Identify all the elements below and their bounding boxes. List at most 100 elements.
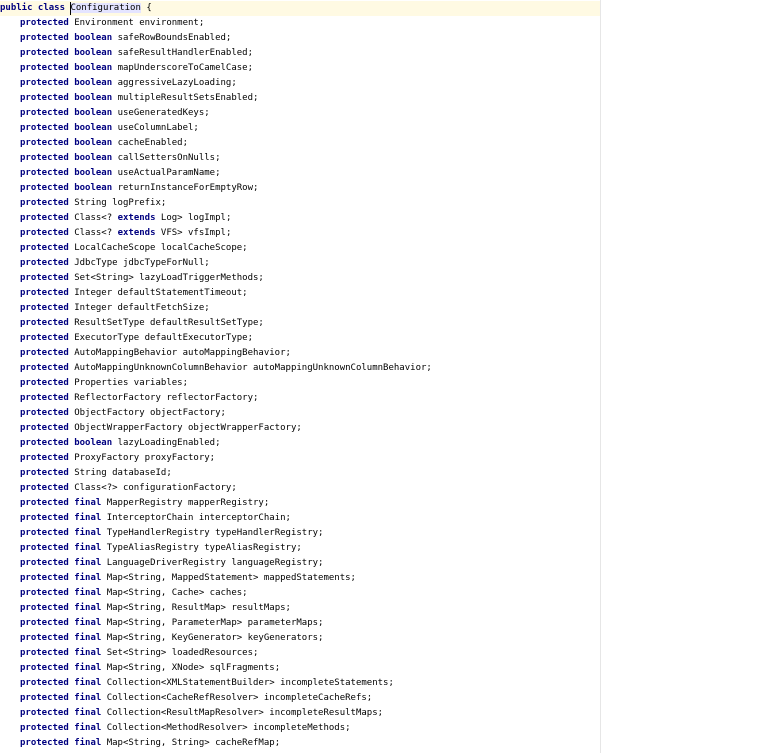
field-declaration-line[interactable]: protected boolean multipleResultSetsEnab… bbox=[0, 91, 432, 106]
field-modifier: final bbox=[74, 603, 102, 613]
access-modifier: protected bbox=[20, 93, 69, 103]
field-declaration-line[interactable]: protected final Map<String, ResultMap> r… bbox=[0, 601, 432, 616]
field-declaration: Class<?> configurationFactory; bbox=[74, 483, 237, 493]
field-modifier: final bbox=[74, 543, 102, 553]
field-declaration: Integer defaultFetchSize; bbox=[74, 303, 210, 313]
field-declaration-line[interactable]: protected final LanguageDriverRegistry l… bbox=[0, 556, 432, 571]
field-declaration-line[interactable]: protected final Map<String, ParameterMap… bbox=[0, 616, 432, 631]
field-declaration-line[interactable]: protected final Collection<XMLStatementB… bbox=[0, 676, 432, 691]
field-declaration-line[interactable]: protected boolean safeResultHandlerEnabl… bbox=[0, 46, 432, 61]
access-modifier: protected bbox=[20, 618, 69, 628]
field-declaration-line[interactable]: protected final TypeAliasRegistry typeAl… bbox=[0, 541, 432, 556]
access-modifier: protected bbox=[20, 33, 69, 43]
access-modifier: protected bbox=[20, 453, 69, 463]
field-modifier: boolean bbox=[74, 183, 113, 193]
field-declaration: ObjectWrapperFactory objectWrapperFactor… bbox=[74, 423, 302, 433]
access-modifier: protected bbox=[20, 303, 69, 313]
field-declaration-line[interactable]: protected boolean callSettersOnNulls; bbox=[0, 151, 432, 166]
class-open-brace: { bbox=[140, 3, 152, 13]
field-declaration-line[interactable]: protected AutoMappingUnknownColumnBehavi… bbox=[0, 361, 432, 376]
field-declaration-line[interactable]: protected Integer defaultStatementTimeou… bbox=[0, 286, 432, 301]
field-declaration-line[interactable]: protected AutoMappingBehavior autoMappin… bbox=[0, 346, 432, 361]
field-declaration: useGeneratedKeys; bbox=[117, 108, 210, 118]
field-declaration-line[interactable]: protected final Map<String, XNode> sqlFr… bbox=[0, 661, 432, 676]
text-caret bbox=[70, 2, 72, 15]
field-declaration-line[interactable]: protected boolean useGeneratedKeys; bbox=[0, 106, 432, 121]
field-declaration-line[interactable]: protected boolean returnInstanceForEmpty… bbox=[0, 181, 432, 196]
access-modifier: protected bbox=[20, 723, 69, 733]
field-declaration-line[interactable]: protected Properties variables; bbox=[0, 376, 432, 391]
field-declaration-line[interactable]: protected final TypeHandlerRegistry type… bbox=[0, 526, 432, 541]
field-declaration-line[interactable]: protected ProxyFactory proxyFactory; bbox=[0, 451, 432, 466]
field-modifier: boolean bbox=[74, 123, 113, 133]
field-modifier: final bbox=[74, 648, 102, 658]
field-declaration-line[interactable]: protected ObjectWrapperFactory objectWra… bbox=[0, 421, 432, 436]
field-declaration-line[interactable]: protected Environment environment; bbox=[0, 16, 432, 31]
field-declaration-line[interactable]: protected final Map<String, MappedStatem… bbox=[0, 571, 432, 586]
field-modifier: final bbox=[74, 738, 102, 748]
field-declaration-line[interactable]: protected ResultSetType defaultResultSet… bbox=[0, 316, 432, 331]
field-declaration: useColumnLabel; bbox=[117, 123, 199, 133]
field-declaration-line[interactable]: protected final Map<String, KeyGenerator… bbox=[0, 631, 432, 646]
field-declaration-line[interactable]: protected Set<String> lazyLoadTriggerMet… bbox=[0, 271, 432, 286]
right-margin-guide bbox=[600, 0, 601, 753]
access-modifier: protected bbox=[20, 648, 69, 658]
field-modifier: final bbox=[74, 498, 102, 508]
class-name[interactable]: Configuration bbox=[70, 2, 141, 15]
field-declaration: TypeHandlerRegistry typeHandlerRegistry; bbox=[106, 528, 324, 538]
class-declaration-line[interactable]: public class Configuration { bbox=[0, 1, 432, 16]
field-declaration-line[interactable]: protected boolean useActualParamName; bbox=[0, 166, 432, 181]
field-declaration-line[interactable]: protected String databaseId; bbox=[0, 466, 432, 481]
field-declaration-line[interactable]: protected boolean cacheEnabled; bbox=[0, 136, 432, 151]
field-declaration-line[interactable]: protected Class<? extends Log> logImpl; bbox=[0, 211, 432, 226]
code-area[interactable]: public class Configuration { protected E… bbox=[0, 1, 432, 751]
access-modifier: protected bbox=[20, 378, 69, 388]
field-modifier: final bbox=[74, 573, 102, 583]
field-declaration-line[interactable]: protected ObjectFactory objectFactory; bbox=[0, 406, 432, 421]
field-declaration: aggressiveLazyLoading; bbox=[117, 78, 237, 88]
field-declaration: safeResultHandlerEnabled; bbox=[117, 48, 254, 58]
field-declaration-line[interactable]: protected final Map<String, String> cach… bbox=[0, 736, 432, 751]
field-declaration-line[interactable]: protected ReflectorFactory reflectorFact… bbox=[0, 391, 432, 406]
access-modifier: protected bbox=[20, 138, 69, 148]
field-declaration-line[interactable]: protected String logPrefix; bbox=[0, 196, 432, 211]
field-declaration: ResultSetType defaultResultSetType; bbox=[74, 318, 264, 328]
field-declaration-line[interactable]: protected final MapperRegistry mapperReg… bbox=[0, 496, 432, 511]
field-modifier: final bbox=[74, 618, 102, 628]
field-declaration: Collection<CacheRefResolver> incompleteC… bbox=[106, 693, 373, 703]
field-modifier: boolean bbox=[74, 438, 113, 448]
field-declaration: Set<String> lazyLoadTriggerMethods; bbox=[74, 273, 264, 283]
field-declaration: Map<String, KeyGenerator> keyGenerators; bbox=[106, 633, 324, 643]
field-declaration: mapUnderscoreToCamelCase; bbox=[117, 63, 254, 73]
field-declaration-line[interactable]: protected Integer defaultFetchSize; bbox=[0, 301, 432, 316]
field-declaration-line[interactable]: protected final Collection<ResultMapReso… bbox=[0, 706, 432, 721]
access-modifier: protected bbox=[20, 228, 69, 238]
access-modifier: protected bbox=[20, 708, 69, 718]
field-declaration-line[interactable]: protected final InterceptorChain interce… bbox=[0, 511, 432, 526]
field-declaration-line[interactable]: protected ExecutorType defaultExecutorTy… bbox=[0, 331, 432, 346]
field-declaration-line[interactable]: protected JdbcType jdbcTypeForNull; bbox=[0, 256, 432, 271]
field-declaration-line[interactable]: protected final Collection<MethodResolve… bbox=[0, 721, 432, 736]
field-declaration-line[interactable]: protected Class<? extends VFS> vfsImpl; bbox=[0, 226, 432, 241]
field-declaration-line[interactable]: protected LocalCacheScope localCacheScop… bbox=[0, 241, 432, 256]
field-declaration-line[interactable]: protected final Set<String> loadedResour… bbox=[0, 646, 432, 661]
access-modifier: protected bbox=[20, 63, 69, 73]
field-declaration-line[interactable]: protected boolean useColumnLabel; bbox=[0, 121, 432, 136]
field-modifier: boolean bbox=[74, 78, 113, 88]
field-declaration-line[interactable]: protected Class<?> configurationFactory; bbox=[0, 481, 432, 496]
field-declaration-line[interactable]: protected boolean safeRowBoundsEnabled; bbox=[0, 31, 432, 46]
field-declaration-line[interactable]: protected boolean mapUnderscoreToCamelCa… bbox=[0, 61, 432, 76]
field-declaration-line[interactable]: protected final Collection<CacheRefResol… bbox=[0, 691, 432, 706]
access-modifier: protected bbox=[20, 198, 69, 208]
field-declaration: AutoMappingUnknownColumnBehavior autoMap… bbox=[74, 363, 432, 373]
field-declaration: lazyLoadingEnabled; bbox=[117, 438, 221, 448]
field-declaration: AutoMappingBehavior autoMappingBehavior; bbox=[74, 348, 291, 358]
field-declaration-line[interactable]: protected boolean lazyLoadingEnabled; bbox=[0, 436, 432, 451]
access-modifier: protected bbox=[20, 588, 69, 598]
access-modifier: protected bbox=[20, 183, 69, 193]
field-declaration-line[interactable]: protected final Map<String, Cache> cache… bbox=[0, 586, 432, 601]
access-modifier: protected bbox=[20, 408, 69, 418]
field-declaration-line[interactable]: protected boolean aggressiveLazyLoading; bbox=[0, 76, 432, 91]
field-declaration: Map<String, XNode> sqlFragments; bbox=[106, 663, 281, 673]
code-editor[interactable]: public class Configuration { protected E… bbox=[0, 0, 779, 753]
